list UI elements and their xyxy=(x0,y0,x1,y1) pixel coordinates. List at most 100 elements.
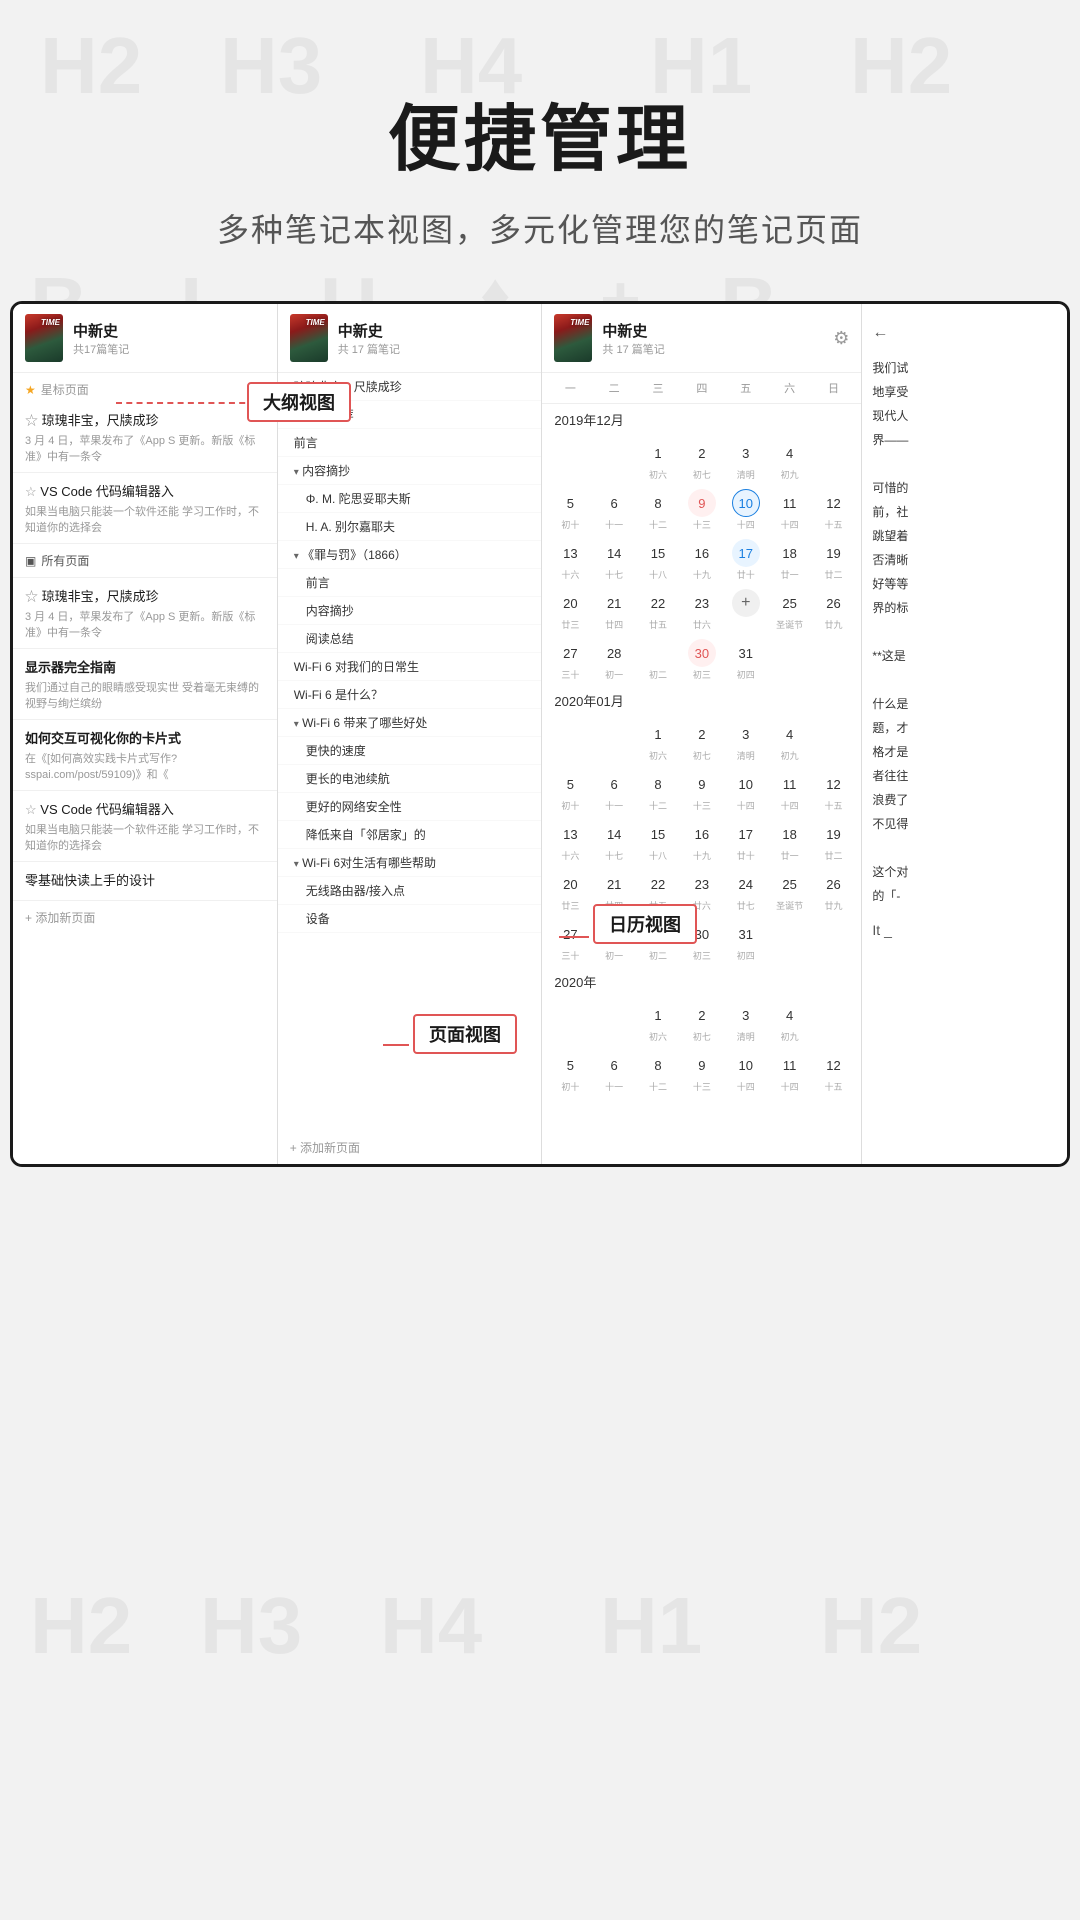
cal-cell[interactable]: 27三十 xyxy=(548,635,592,685)
outline-item[interactable]: 前言 xyxy=(278,569,542,597)
cal-cell[interactable]: 5初十 xyxy=(548,485,592,535)
cal-cell[interactable]: 6十一 xyxy=(592,485,636,535)
outline-item[interactable]: 更长的电池续航 xyxy=(278,765,542,793)
page-subtitle: 多种笔记本视图，多元化管理您的笔记页面 xyxy=(217,205,863,251)
cal-cell[interactable]: 4初九 xyxy=(768,997,812,1047)
cal-cell[interactable]: 1初六 xyxy=(636,435,680,485)
list-item[interactable]: 琼瑰非宝，尺牍成珍 3 月 4 日，苹果发布了《App S 更新。新版《标准》中… xyxy=(13,402,277,473)
outline-item[interactable]: ▾ 内容摘抄 xyxy=(278,457,542,485)
cal-add-cell[interactable]: + xyxy=(724,585,768,635)
cal-cell[interactable]: 6十一 xyxy=(592,1047,636,1097)
cal-cell[interactable]: 5初十 xyxy=(548,766,592,816)
outline-item[interactable]: 设备 xyxy=(278,905,542,933)
cal-cell[interactable]: 3清明 xyxy=(724,435,768,485)
cal-cell[interactable]: 15十八 xyxy=(636,816,680,866)
cal-cell[interactable]: 2初七 xyxy=(680,716,724,766)
cal-cell[interactable]: 20廿三 xyxy=(548,585,592,635)
outline-item[interactable]: Φ. M. 陀思妥耶夫斯 xyxy=(278,485,542,513)
cal-cell[interactable]: 11十四 xyxy=(768,485,812,535)
outline-item[interactable]: 阅读总结 xyxy=(278,625,542,653)
cal-cell[interactable]: 2初七 xyxy=(680,435,724,485)
outline-item[interactable]: 更好的网络安全性 xyxy=(278,793,542,821)
add-page-button-2[interactable]: + 添加新页面 xyxy=(278,1131,542,1164)
cal-cell[interactable]: 13十六 xyxy=(548,535,592,585)
add-page-button-1[interactable]: + 添加新页面 xyxy=(13,901,277,934)
cal-cell[interactable]: 24廿七 xyxy=(724,866,768,916)
cal-cell[interactable]: 11十四 xyxy=(768,766,812,816)
cal-cell[interactable]: 19廿二 xyxy=(812,816,856,866)
list-item[interactable]: 琼瑰非宝，尺牍成珍 3 月 4 日，苹果发布了《App S 更新。新版《标准》中… xyxy=(13,578,277,649)
cal-cell[interactable]: 31初四 xyxy=(724,635,768,685)
cal-cell[interactable]: 20廿三 xyxy=(548,866,592,916)
back-arrow[interactable]: ← xyxy=(872,319,1057,348)
cal-cell[interactable]: 16十九 xyxy=(680,535,724,585)
cal-cell[interactable]: 22廿五 xyxy=(636,585,680,635)
cal-cell[interactable]: 12十五 xyxy=(812,766,856,816)
outline-item[interactable]: 更快的速度 xyxy=(278,737,542,765)
cal-cell[interactable]: 25圣诞节 xyxy=(768,585,812,635)
list-item-title: 如何交互可视化你的卡片式 xyxy=(25,728,265,747)
cal-cell[interactable]: 4初九 xyxy=(768,435,812,485)
cal-cell[interactable]: 8十二 xyxy=(636,1047,680,1097)
outline-item[interactable]: Wi-Fi 6 是什么？ xyxy=(278,681,542,709)
cal-cell[interactable]: 10十四 xyxy=(724,1047,768,1097)
panel-list: TIME 中新史 共17篇笔记 ★ 星标页面 琼瑰非宝，尺牍成珍 3 月 4 日… xyxy=(13,304,278,1164)
cal-cell[interactable]: 8十二 xyxy=(636,485,680,535)
cal-cell[interactable]: 26廿九 xyxy=(812,585,856,635)
list-item[interactable]: 显示器完全指南 我们通过自己的眼睛感受现实世 受着毫无束缚的视野与绚烂缤纷 xyxy=(13,649,277,720)
cal-cell[interactable]: 16十九 xyxy=(680,816,724,866)
cal-cell[interactable]: 14十七 xyxy=(592,535,636,585)
outline-item[interactable]: Wi-Fi 6 对我们的日常生 xyxy=(278,653,542,681)
cal-cell[interactable]: 5初十 xyxy=(548,1047,592,1097)
outline-item[interactable]: ▾ Wi-Fi 6 带来了哪些好处 xyxy=(278,709,542,737)
cal-cell[interactable]: 21廿四 xyxy=(592,585,636,635)
cal-cell[interactable]: 26廿九 xyxy=(812,866,856,916)
cal-cell[interactable]: 19廿二 xyxy=(812,535,856,585)
cal-cell[interactable]: 14十七 xyxy=(592,816,636,866)
outline-item[interactable]: ▾ 《罪与罚》（1866） xyxy=(278,541,542,569)
cal-cell[interactable]: 3清明 xyxy=(724,716,768,766)
cal-cell[interactable]: 6十一 xyxy=(592,766,636,816)
all-pages-label: ▣ 所有页面 xyxy=(13,544,277,578)
cal-cell[interactable]: 23廿六 xyxy=(680,585,724,635)
list-item[interactable]: VS Code 代码编辑器入 如果当电脑只能装一个软件还能 学习工作时，不知道你… xyxy=(13,473,277,544)
gear-icon[interactable]: ⚙ xyxy=(833,328,849,349)
cal-cell[interactable]: 17廿十 xyxy=(724,816,768,866)
outline-item[interactable]: 降低来自「邻居家」的 xyxy=(278,821,542,849)
cal-cell[interactable]: 18廿一 xyxy=(768,535,812,585)
cal-cell[interactable]: 17廿十 xyxy=(724,535,768,585)
cal-cell[interactable]: 8十二 xyxy=(636,766,680,816)
outline-item[interactable]: H. A. 别尔嘉耶夫 xyxy=(278,513,542,541)
cal-cell[interactable]: 27三十 xyxy=(548,916,592,966)
cal-cell[interactable]: 1初六 xyxy=(636,716,680,766)
cal-cell[interactable]: 11十四 xyxy=(768,1047,812,1097)
cal-cell[interactable]: 28初一 xyxy=(592,635,636,685)
list-item[interactable]: 如何交互可视化你的卡片式 在《[如何高效实践卡片式写作? sspai.com/p… xyxy=(13,720,277,791)
cal-cell[interactable]: 13十六 xyxy=(548,816,592,866)
cal-cell[interactable]: 10十四 xyxy=(724,766,768,816)
outline-item[interactable]: ▾ Wi-Fi 6对生活有哪些帮助 xyxy=(278,849,542,877)
cal-cell[interactable]: 12十五 xyxy=(812,1047,856,1097)
cal-cell[interactable]: 30初三 xyxy=(680,635,724,685)
outline-item[interactable]: 无线路由器/接入点 xyxy=(278,877,542,905)
outline-item[interactable]: 前言 xyxy=(278,429,542,457)
cal-cell[interactable]: 9十三 xyxy=(680,485,724,535)
header-section: 便捷管理 多种笔记本视图，多元化管理您的笔记页面 xyxy=(217,0,863,251)
calendar-month-label-dec: 2019年12月 xyxy=(542,404,861,435)
cal-cell[interactable]: 4初九 xyxy=(768,716,812,766)
list-item[interactable]: 零基础快读上手的设计 xyxy=(13,862,277,901)
cal-cell[interactable]: 9十三 xyxy=(680,1047,724,1097)
cal-cell[interactable]: 15十八 xyxy=(636,535,680,585)
cal-cell[interactable]: 18廿一 xyxy=(768,816,812,866)
cal-cell[interactable]: 3清明 xyxy=(724,997,768,1047)
cal-cell[interactable]: 12十五 xyxy=(812,485,856,535)
cal-cell[interactable]: 25圣诞节 xyxy=(768,866,812,916)
outline-view-label: 大纲视图 xyxy=(247,382,351,422)
cal-cell[interactable]: 10十四 xyxy=(724,485,768,535)
cal-cell[interactable]: 2初七 xyxy=(680,997,724,1047)
cal-cell[interactable]: 9十三 xyxy=(680,766,724,816)
cal-cell[interactable]: 1初六 xyxy=(636,997,680,1047)
cal-cell[interactable]: 31初四 xyxy=(724,916,768,966)
list-item[interactable]: VS Code 代码编辑器入 如果当电脑只能装一个软件还能 学习工作时，不知道你… xyxy=(13,791,277,862)
outline-item[interactable]: 内容摘抄 xyxy=(278,597,542,625)
